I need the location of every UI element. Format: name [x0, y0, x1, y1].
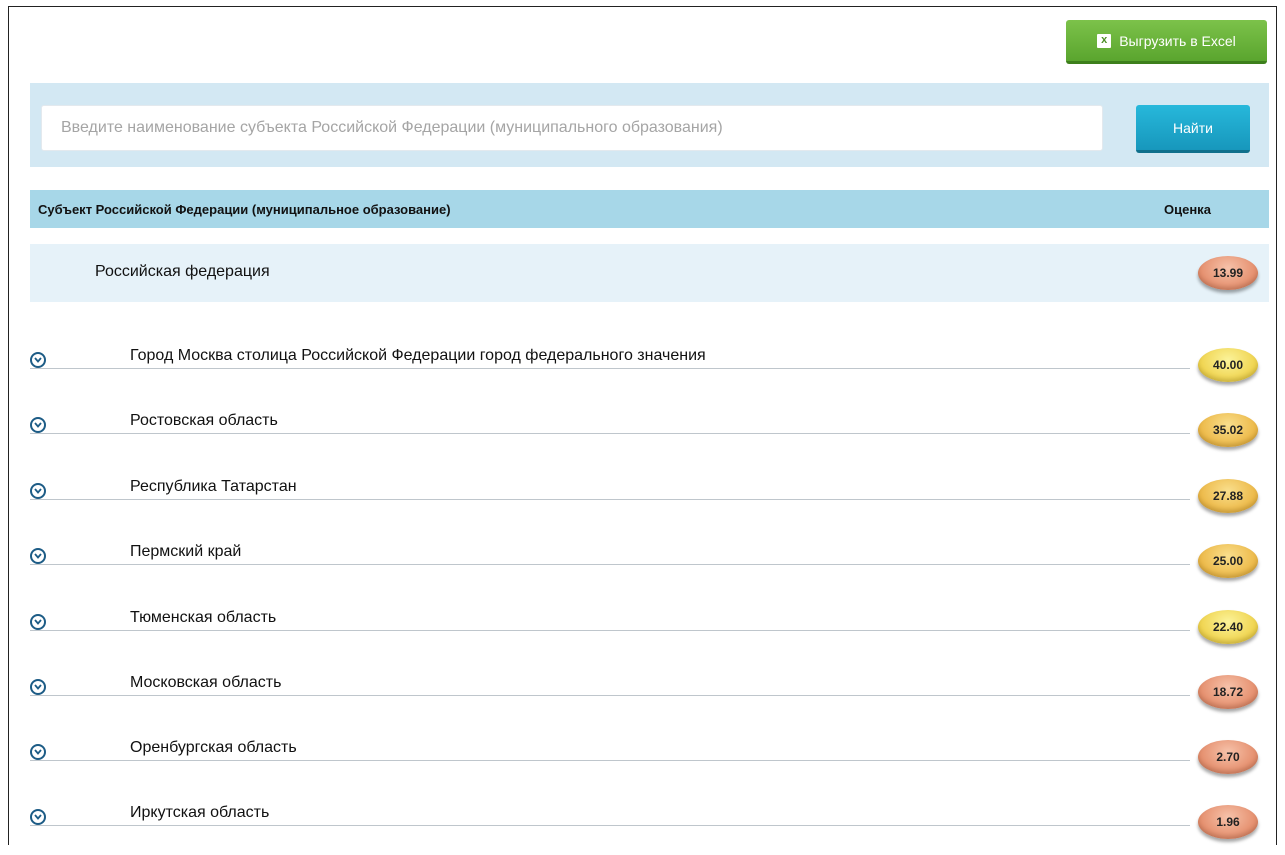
table-row: Республика Татарстан [30, 464, 1269, 529]
score-value: 1.96 [1216, 815, 1240, 829]
region-name[interactable]: Оренбургская область [130, 739, 297, 757]
excel-icon: x [1097, 33, 1112, 48]
score-value: 40.00 [1212, 358, 1244, 372]
score-value: 13.99 [1212, 266, 1244, 280]
search-panel: Найти [30, 83, 1269, 167]
score-value: 25.00 [1212, 554, 1244, 568]
region-name[interactable]: Республика Татарстан [130, 478, 297, 496]
column-header-score[interactable]: Оценка [1164, 202, 1211, 217]
score-badge: 13.99 [1198, 256, 1258, 290]
table-header: Субъект Российской Федерации (муниципаль… [30, 190, 1269, 228]
region-name[interactable]: Город Москва столица Российской Федераци… [130, 347, 706, 365]
expand-chevron-icon[interactable] [30, 483, 46, 499]
export-excel-label: Выгрузить в Excel [1119, 32, 1236, 49]
table-row: Оренбургская область [30, 725, 1269, 790]
expand-chevron-icon[interactable] [30, 809, 46, 825]
row-divider [30, 630, 1190, 631]
table-row: Тюменская область [30, 595, 1269, 660]
row-divider [30, 433, 1190, 434]
score-badge: 18.72 [1198, 675, 1258, 709]
score-value: 18.72 [1212, 685, 1244, 699]
region-name[interactable]: Пермский край [130, 543, 241, 561]
expand-chevron-icon[interactable] [30, 548, 46, 564]
region-name[interactable]: Московская область [130, 674, 281, 692]
expand-chevron-icon[interactable] [30, 417, 46, 433]
expand-chevron-icon[interactable] [30, 679, 46, 695]
federation-name: Российская федерация [95, 263, 270, 280]
column-header-subject[interactable]: Субъект Российской Федерации (муниципаль… [38, 202, 451, 217]
region-name[interactable]: Тюменская область [130, 609, 276, 627]
score-badge: 27.88 [1198, 479, 1258, 513]
table-row: Пермский край [30, 529, 1269, 594]
score-badge: 1.96 [1198, 805, 1258, 839]
region-name[interactable]: Ростовская область [130, 412, 278, 430]
expand-chevron-icon[interactable] [30, 614, 46, 630]
row-divider [30, 499, 1190, 500]
expand-chevron-icon[interactable] [30, 744, 46, 760]
row-divider [30, 760, 1190, 761]
score-value: 22.40 [1212, 620, 1244, 634]
row-divider [30, 368, 1190, 369]
score-badge: 35.02 [1198, 413, 1258, 447]
export-excel-button[interactable]: x Выгрузить в Excel [1066, 20, 1267, 64]
table-row: Московская область [30, 660, 1269, 725]
region-name[interactable]: Иркутская область [130, 804, 269, 822]
federation-row: Российская федерация [30, 244, 1269, 302]
score-value: 2.70 [1216, 750, 1240, 764]
table-row: Ростовская область [30, 398, 1269, 463]
search-input[interactable] [41, 105, 1103, 151]
score-badge: 22.40 [1198, 610, 1258, 644]
score-badge: 2.70 [1198, 740, 1258, 774]
find-button[interactable]: Найти [1136, 105, 1250, 153]
table-row: Город Москва столица Российской Федераци… [30, 333, 1269, 398]
row-divider [30, 825, 1190, 826]
score-value: 27.88 [1212, 489, 1244, 503]
score-badge: 40.00 [1198, 348, 1258, 382]
score-badge: 25.00 [1198, 544, 1258, 578]
table-row: Иркутская область [30, 790, 1269, 855]
row-divider [30, 695, 1190, 696]
score-value: 35.02 [1212, 423, 1244, 437]
expand-chevron-icon[interactable] [30, 352, 46, 368]
row-divider [30, 564, 1190, 565]
find-button-label: Найти [1173, 119, 1213, 136]
